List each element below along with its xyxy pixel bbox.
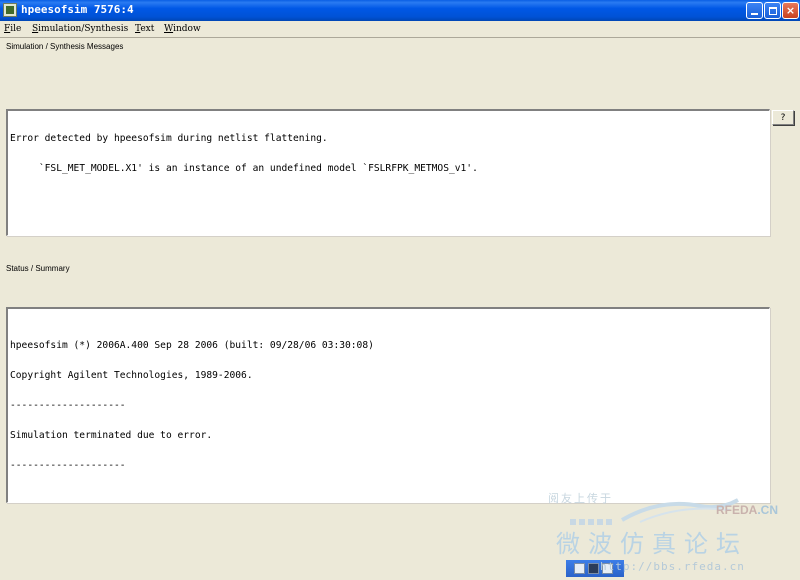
summary-line: Simulation terminated due to error.: [10, 430, 213, 441]
app-icon[interactable]: [3, 3, 17, 17]
keyboard-icon[interactable]: [574, 563, 585, 574]
menu-separator: [0, 37, 800, 38]
window-title: hpeesofsim 7576:4: [21, 3, 134, 16]
close-icon: ×: [785, 4, 796, 17]
help-tray-icon[interactable]: [588, 563, 599, 574]
close-button[interactable]: ×: [782, 2, 799, 19]
watermark-brand: RFEDA.CN: [716, 503, 778, 517]
maximize-icon: [768, 6, 777, 15]
watermark-brand-suffix: .CN: [757, 503, 779, 517]
summary-text-area[interactable]: hpeesofsim (*) 2006A.400 Sep 28 2006 (bu…: [6, 307, 770, 503]
watermark-small-text: 阅友上传于: [548, 492, 613, 505]
menu-window[interactable]: Window: [164, 24, 201, 34]
messages-text-area[interactable]: Error detected by hpeesofsim during netl…: [6, 109, 770, 236]
message-line: `FSL_MET_MODEL.X1' is an instance of an …: [10, 163, 478, 174]
menu-text[interactable]: Text: [135, 24, 154, 34]
messages-label: Simulation / Synthesis Messages: [6, 42, 124, 51]
watermark-url: http://bbs.rfeda.cn: [600, 560, 745, 573]
menu-simulation-synthesis[interactable]: Simulation/Synthesis: [32, 24, 128, 34]
summary-line: Copyright Agilent Technologies, 1989-200…: [10, 370, 253, 381]
help-icon: ?: [780, 112, 786, 123]
summary-line: --------------------: [10, 460, 126, 471]
title-bar[interactable]: hpeesofsim 7576:4 ×: [0, 0, 800, 21]
summary-label: Status / Summary: [6, 264, 70, 273]
summary-line: hpeesofsim (*) 2006A.400 Sep 28 2006 (bu…: [10, 340, 374, 351]
help-button[interactable]: ?: [772, 110, 794, 125]
menu-file[interactable]: File: [4, 24, 21, 34]
menu-bar: File Simulation/Synthesis Text Window: [0, 21, 800, 38]
minimize-icon: [751, 13, 758, 15]
maximize-button[interactable]: [764, 2, 781, 19]
watermark-forum-name: 微波仿真论坛: [556, 530, 748, 558]
minimize-button[interactable]: [746, 2, 763, 19]
watermark-brand-main: RFEDA: [716, 503, 758, 517]
summary-line: --------------------: [10, 400, 126, 411]
message-line: Error detected by hpeesofsim during netl…: [10, 133, 328, 144]
simulator-window: hpeesofsim 7576:4 × File Simulation/Synt…: [0, 0, 800, 580]
